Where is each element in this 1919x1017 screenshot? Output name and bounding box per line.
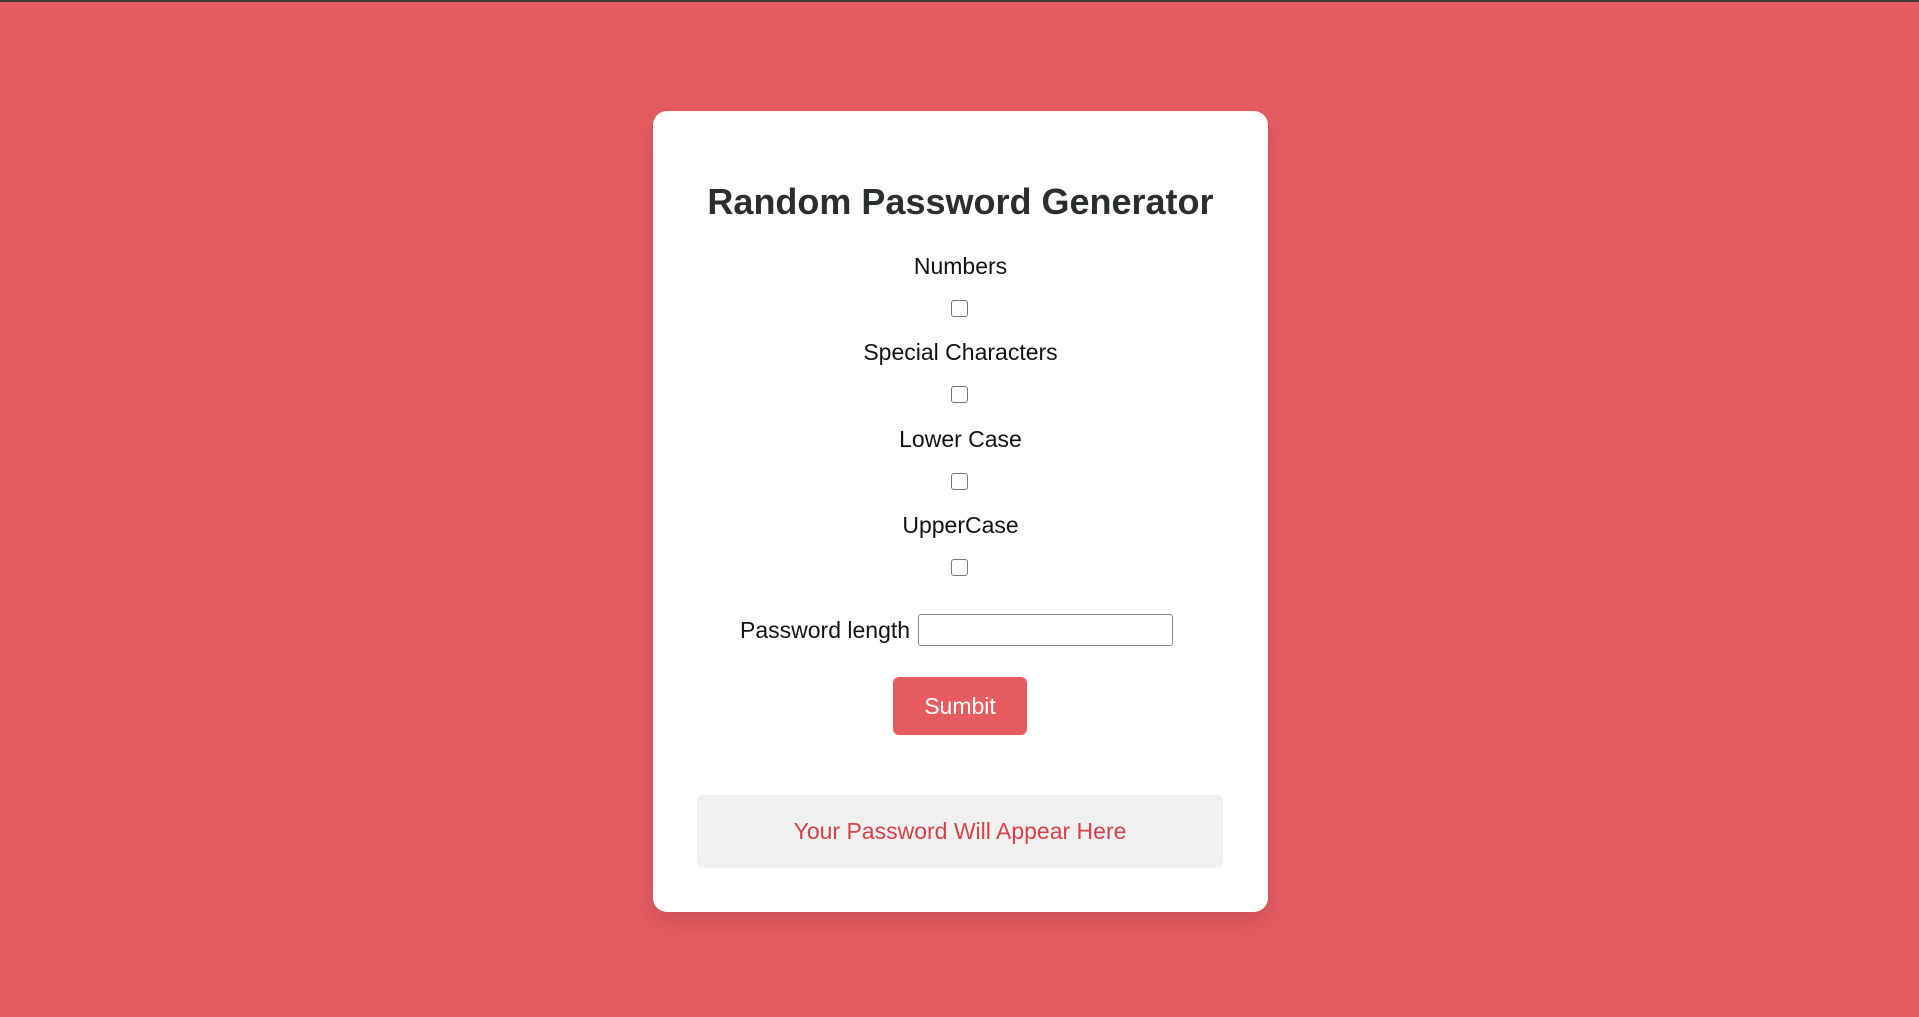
password-generator-card: Random Password Generator Numbers Specia… (653, 111, 1268, 912)
submit-button[interactable]: Sumbit (893, 677, 1027, 735)
special-characters-label: Special Characters (863, 339, 1058, 365)
lower-case-checkbox[interactable] (951, 473, 968, 490)
password-length-row: Password length (740, 614, 1174, 646)
page-title: Random Password Generator (707, 181, 1214, 222)
password-output: Your Password Will Appear Here (697, 795, 1223, 868)
password-length-input[interactable] (918, 614, 1174, 646)
numbers-label: Numbers (913, 253, 1008, 279)
password-output-text: Your Password Will Appear Here (793, 818, 1127, 844)
password-length-label: Password length (740, 616, 911, 643)
uppercase-checkbox[interactable] (951, 559, 968, 576)
special-characters-checkbox[interactable] (951, 386, 968, 403)
lower-case-label: Lower Case (899, 426, 1022, 452)
numbers-checkbox[interactable] (951, 300, 968, 317)
uppercase-label: UpperCase (902, 512, 1019, 538)
